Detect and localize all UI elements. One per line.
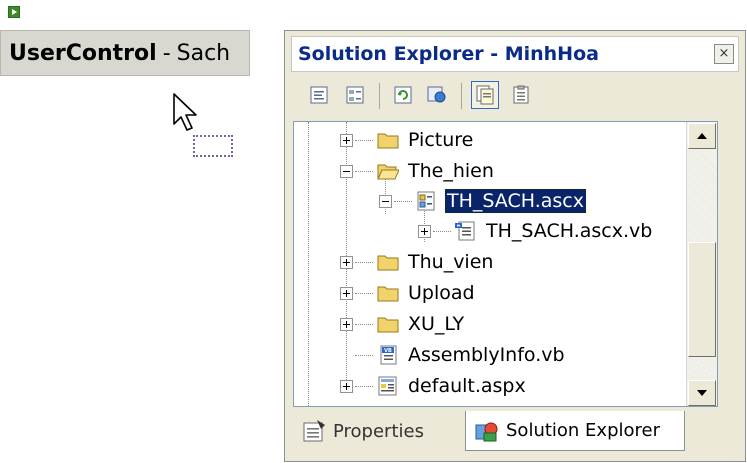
view-code-button[interactable]	[305, 81, 333, 109]
expand-icon[interactable]	[340, 286, 353, 300]
user-control-icon	[417, 191, 435, 211]
copy-project-button[interactable]	[423, 81, 451, 109]
tree-item-xu-ly[interactable]: XU_LY	[340, 309, 466, 339]
expand-icon[interactable]	[340, 379, 353, 393]
collapse-icon[interactable]	[340, 164, 353, 178]
tree-item-label: Picture	[408, 129, 474, 151]
folder-open-icon	[377, 164, 399, 180]
properties-icon	[303, 420, 325, 442]
folder-icon	[377, 286, 399, 302]
refresh-button[interactable]	[389, 81, 417, 109]
arrow-down-icon	[697, 390, 707, 396]
window-title: Solution Explorer - MinhHoa	[298, 43, 599, 65]
show-all-files-button[interactable]	[471, 81, 499, 109]
folder-icon	[377, 317, 399, 333]
tab-properties[interactable]: Properties	[293, 411, 463, 451]
copy-project-icon	[427, 86, 446, 103]
tree-item-upload[interactable]: Upload	[340, 278, 477, 308]
tree-item-label: AssemblyInfo.vb	[408, 344, 565, 366]
tree-item-th-sach-ascx[interactable]: TH_SACH.ascx	[379, 186, 587, 216]
view-designer-icon	[346, 86, 364, 104]
solution-tree[interactable]: Picture The_hien TH_SACH.ascx TH_SACH.as…	[293, 121, 718, 407]
expand-icon[interactable]	[340, 317, 353, 331]
collapse-icon[interactable]	[379, 194, 392, 208]
properties-toolbar-icon	[513, 85, 529, 104]
tree-item-thu-vien[interactable]: Thu_vien	[340, 247, 495, 277]
refresh-icon	[394, 86, 412, 104]
tree-item-label: default.aspx	[408, 375, 526, 397]
tree-item-th-sach-ascx-vb[interactable]: TH_SACH.ascx.vb	[418, 216, 654, 246]
tree-item-label: Upload	[408, 282, 475, 304]
tree-item-label: The_hien	[408, 160, 494, 182]
scrollbar-thumb[interactable]	[688, 242, 716, 357]
close-button[interactable]: ×	[714, 44, 734, 64]
solution-explorer-toolbar	[293, 79, 733, 117]
usercontrol-type: UserControl	[9, 40, 157, 66]
tree-item-label: TH_SACH.ascx.vb	[486, 220, 653, 242]
tree-item-label: XU_LY	[408, 313, 465, 335]
expand-icon[interactable]	[340, 133, 353, 147]
arrow-up-icon	[697, 133, 707, 139]
usercontrol-label: UserControl - Sach	[0, 30, 250, 76]
toolbar-separator	[379, 83, 380, 109]
view-designer-button[interactable]	[341, 81, 369, 109]
tab-label: Solution Explorer	[506, 420, 660, 441]
tree-item-default-aspx[interactable]: default.aspx	[340, 371, 528, 401]
vertical-scrollbar[interactable]	[686, 122, 717, 406]
vb-file-icon: VB	[380, 345, 397, 365]
tree-item-label: Thu_vien	[408, 251, 494, 273]
folder-icon	[377, 133, 399, 149]
svg-text:VB: VB	[384, 348, 392, 354]
aspx-file-icon	[378, 376, 397, 396]
tab-solution-explorer[interactable]: Solution Explorer	[465, 411, 685, 451]
scroll-down-button[interactable]	[688, 380, 716, 406]
drag-drop-rectangle	[193, 135, 233, 157]
properties-button[interactable]	[507, 81, 535, 109]
tree-item-picture[interactable]: Picture	[340, 125, 475, 155]
expand-icon[interactable]	[340, 255, 353, 269]
tree-item-label: TH_SACH.ascx	[444, 188, 587, 214]
usercontrol-name: Sach	[176, 40, 231, 66]
tab-label: Properties	[333, 420, 424, 442]
usercontrol-separator: -	[162, 40, 171, 66]
solution-explorer-titlebar: Solution Explorer - MinhHoa ×	[291, 36, 739, 72]
view-code-icon	[310, 86, 328, 104]
show-all-files-icon	[476, 85, 494, 105]
vb-code-icon	[455, 221, 475, 241]
solution-explorer-icon	[475, 422, 498, 441]
tree-item-assemblyinfo[interactable]: VB AssemblyInfo.vb	[340, 340, 567, 370]
expand-icon[interactable]	[418, 224, 431, 238]
scroll-up-button[interactable]	[688, 123, 716, 149]
folder-icon	[377, 255, 399, 271]
run-icon	[8, 6, 20, 18]
close-icon: ×	[718, 46, 730, 61]
solution-explorer-window: Solution Explorer - MinhHoa × Picture Th…	[284, 30, 746, 462]
mouse-pointer-icon	[173, 93, 197, 131]
tree-guide-line	[308, 122, 309, 406]
panel-tabs: Properties Solution Explorer	[293, 411, 739, 455]
toolbar-separator	[461, 83, 462, 109]
tree-item-the-hien[interactable]: The_hien	[340, 156, 496, 186]
